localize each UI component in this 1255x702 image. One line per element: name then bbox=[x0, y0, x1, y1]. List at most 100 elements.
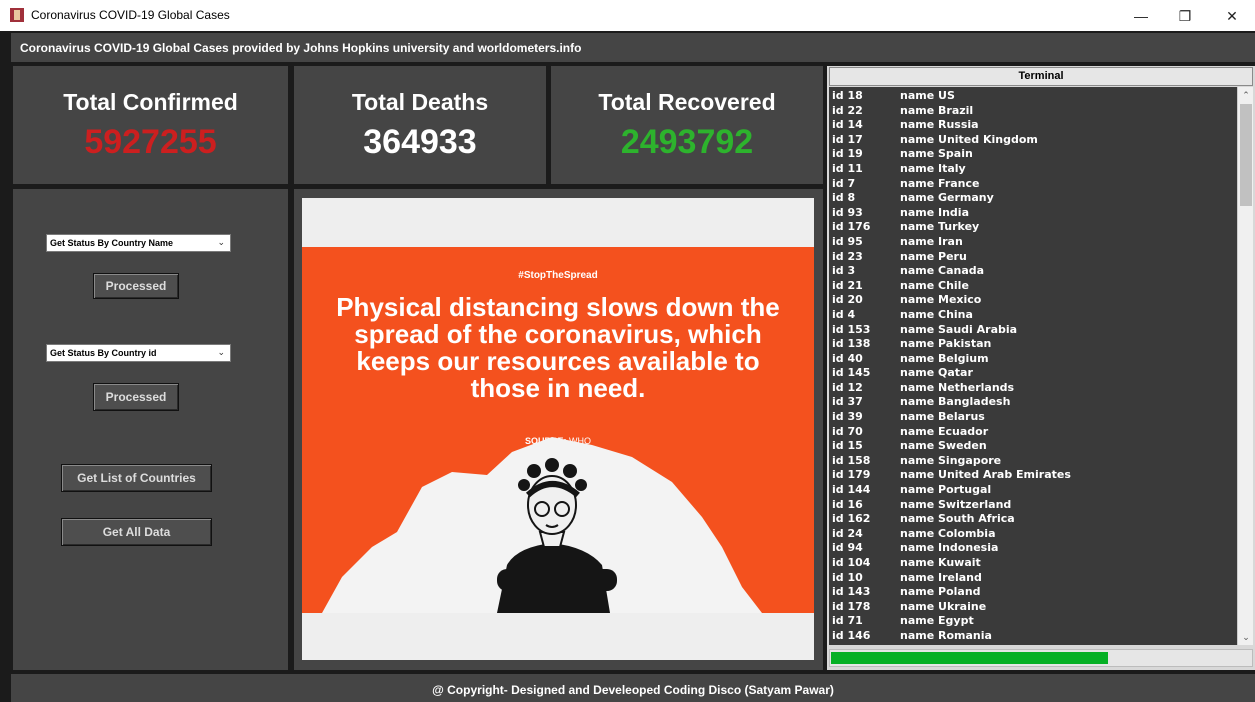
terminal-row-name: name China bbox=[900, 307, 973, 321]
terminal-row-name: name Spain bbox=[900, 147, 973, 161]
terminal-row: id 21 name Chile bbox=[832, 279, 1232, 294]
chevron-down-icon: ⌄ bbox=[217, 237, 225, 247]
terminal-output[interactable]: id 18 name US id 22 name Brazil id 14 name Ru… bbox=[829, 87, 1253, 645]
terminal-row-name: name Canada bbox=[900, 264, 985, 278]
person-hair-bun bbox=[563, 464, 577, 478]
terminal-row: id 10 name Ireland bbox=[832, 571, 1232, 586]
scrollbar-thumb[interactable] bbox=[1240, 104, 1252, 206]
terminal-row-id: id 153 bbox=[832, 322, 871, 336]
terminal-row-id: id 3 bbox=[832, 264, 856, 278]
scroll-down-icon[interactable]: ⌄ bbox=[1238, 629, 1253, 645]
poster-background: #StopTheSpread Physical distancing slows… bbox=[302, 247, 814, 613]
terminal-row-name: name Turkey bbox=[900, 220, 980, 234]
terminal-row: id 37 name Bangladesh bbox=[832, 395, 1232, 410]
terminal-row: id 94 name Indonesia bbox=[832, 541, 1232, 556]
terminal-panel: Terminal id 18 name US id 22 name Brazil id … bbox=[827, 66, 1255, 670]
terminal-row-id: id 15 bbox=[832, 439, 863, 453]
terminal-row-id: id 104 bbox=[832, 556, 871, 569]
confirmed-label: Total Confirmed bbox=[63, 89, 238, 115]
processed-by-id-button[interactable]: Processed bbox=[93, 383, 179, 411]
terminal-row-name: name Russia bbox=[900, 118, 979, 132]
terminal-row-id: id 71 bbox=[832, 614, 863, 628]
terminal-row: id 158 name Singapore bbox=[832, 454, 1232, 469]
terminal-row: id 179 name United Arab Emirates bbox=[832, 468, 1232, 483]
terminal-row: id 18 name US bbox=[832, 89, 1232, 104]
terminal-row-name: name Indonesia bbox=[900, 541, 999, 555]
terminal-row-name: name Ukraine bbox=[900, 599, 987, 613]
terminal-row: id 144 name Portugal bbox=[832, 483, 1232, 498]
terminal-row-name: name Netherlands bbox=[900, 380, 1015, 394]
terminal-row: id 8 name Germany bbox=[832, 191, 1232, 206]
terminal-row-name: name Iran bbox=[900, 234, 963, 248]
terminal-row-id: id 37 bbox=[832, 395, 863, 409]
person-hair-bun bbox=[518, 479, 530, 491]
terminal-row-id: id 14 bbox=[832, 118, 863, 132]
terminal-row-id: id 94 bbox=[832, 541, 863, 555]
processed-by-name-button[interactable]: Processed bbox=[93, 273, 179, 299]
terminal-row-id: id 39 bbox=[832, 410, 863, 424]
deaths-label: Total Deaths bbox=[351, 89, 489, 115]
terminal-row: id 70 name Ecuador bbox=[832, 425, 1232, 440]
minimize-button[interactable]: — bbox=[1119, 2, 1163, 30]
terminal-row-name: name Mexico bbox=[900, 293, 982, 307]
terminal-scrollbar[interactable]: ⌃ ⌄ bbox=[1237, 87, 1253, 645]
terminal-row-id: id 8 bbox=[832, 191, 856, 205]
terminal-row-name: name South Africa bbox=[900, 512, 1015, 526]
terminal-row-id: id 16 bbox=[832, 497, 863, 511]
terminal-row-id: id 40 bbox=[832, 351, 863, 365]
terminal-row: id 146 name Romania bbox=[832, 629, 1232, 644]
terminal-row-name: name Saudi Arabia bbox=[900, 322, 1018, 336]
terminal-row-id: id 70 bbox=[832, 424, 863, 438]
terminal-row: id 14 name Russia bbox=[832, 118, 1232, 133]
terminal-row: id 104 name Kuwait bbox=[832, 556, 1232, 571]
progress-fill bbox=[831, 652, 1108, 664]
terminal-row: id 153 name Saudi Arabia bbox=[832, 323, 1232, 338]
terminal-row-name: name Germany bbox=[900, 191, 994, 205]
close-button[interactable]: ✕ bbox=[1210, 2, 1254, 30]
person-arms bbox=[497, 569, 617, 591]
terminal-row-name: name India bbox=[900, 205, 969, 219]
terminal-row: id 12 name Netherlands bbox=[832, 381, 1232, 396]
recovered-panel: Total Recovered 2493792 bbox=[551, 66, 823, 184]
terminal-row: id 20 name Mexico bbox=[832, 293, 1232, 308]
terminal-row: id 7 name France bbox=[832, 177, 1232, 192]
app-frame: Coronavirus COVID-19 Global Cases provid… bbox=[0, 31, 1255, 702]
get-list-of-countries-button[interactable]: Get List of Countries bbox=[61, 464, 212, 492]
terminal-row-name: name Qatar bbox=[900, 366, 973, 380]
terminal-row-id: id 178 bbox=[832, 599, 871, 613]
maximize-button[interactable]: ❐ bbox=[1163, 2, 1207, 30]
terminal-row-name: name Chile bbox=[900, 278, 969, 292]
terminal-row: id 19 name Spain bbox=[832, 147, 1232, 162]
terminal-row: id 71 name Egypt bbox=[832, 614, 1232, 629]
terminal-row-id: id 144 bbox=[832, 483, 871, 497]
terminal-row-id: id 7 bbox=[832, 176, 856, 190]
image-panel: #StopTheSpread Physical distancing slows… bbox=[294, 189, 823, 670]
terminal-row: id 4 name China bbox=[832, 308, 1232, 323]
terminal-row: id 162 name South Africa bbox=[832, 512, 1232, 527]
person-hair-bun bbox=[575, 479, 587, 491]
header-bar: Coronavirus COVID-19 Global Cases provid… bbox=[11, 33, 1255, 62]
terminal-row-name: name United Arab Emirates bbox=[900, 468, 1071, 482]
terminal-row: id 11 name Italy bbox=[832, 162, 1232, 177]
get-all-data-button[interactable]: Get All Data bbox=[61, 518, 212, 546]
terminal-row-id: id 12 bbox=[832, 380, 863, 394]
terminal-row-name: name Pakistan bbox=[900, 337, 992, 351]
terminal-row-id: id 17 bbox=[832, 132, 863, 146]
terminal-row: id 17 name United Kingdom bbox=[832, 133, 1232, 148]
terminal-row-name: name Peru bbox=[900, 249, 967, 263]
terminal-row-id: id 145 bbox=[832, 366, 871, 380]
controls-panel: Get Status By Country Name ⌄ Processed G… bbox=[13, 189, 288, 670]
terminal-row: id 16 name Switzerland bbox=[832, 498, 1232, 513]
recovered-value: 2493792 bbox=[620, 123, 754, 161]
terminal-row-id: id 162 bbox=[832, 512, 871, 526]
terminal-row-name: name Poland bbox=[900, 585, 981, 599]
terminal-row-id: id 11 bbox=[832, 161, 863, 175]
terminal-row: id 24 name Colombia bbox=[832, 527, 1232, 542]
scroll-up-icon[interactable]: ⌃ bbox=[1238, 87, 1253, 103]
terminal-row: id 15 name Sweden bbox=[832, 439, 1232, 454]
terminal-row-name: name Singapore bbox=[900, 453, 1002, 467]
terminal-row-id: id 158 bbox=[832, 453, 871, 467]
country-id-select[interactable]: Get Status By Country id ⌄ bbox=[46, 344, 231, 362]
terminal-row: id 93 name India bbox=[832, 206, 1232, 221]
country-name-select[interactable]: Get Status By Country Name ⌄ bbox=[46, 234, 231, 252]
